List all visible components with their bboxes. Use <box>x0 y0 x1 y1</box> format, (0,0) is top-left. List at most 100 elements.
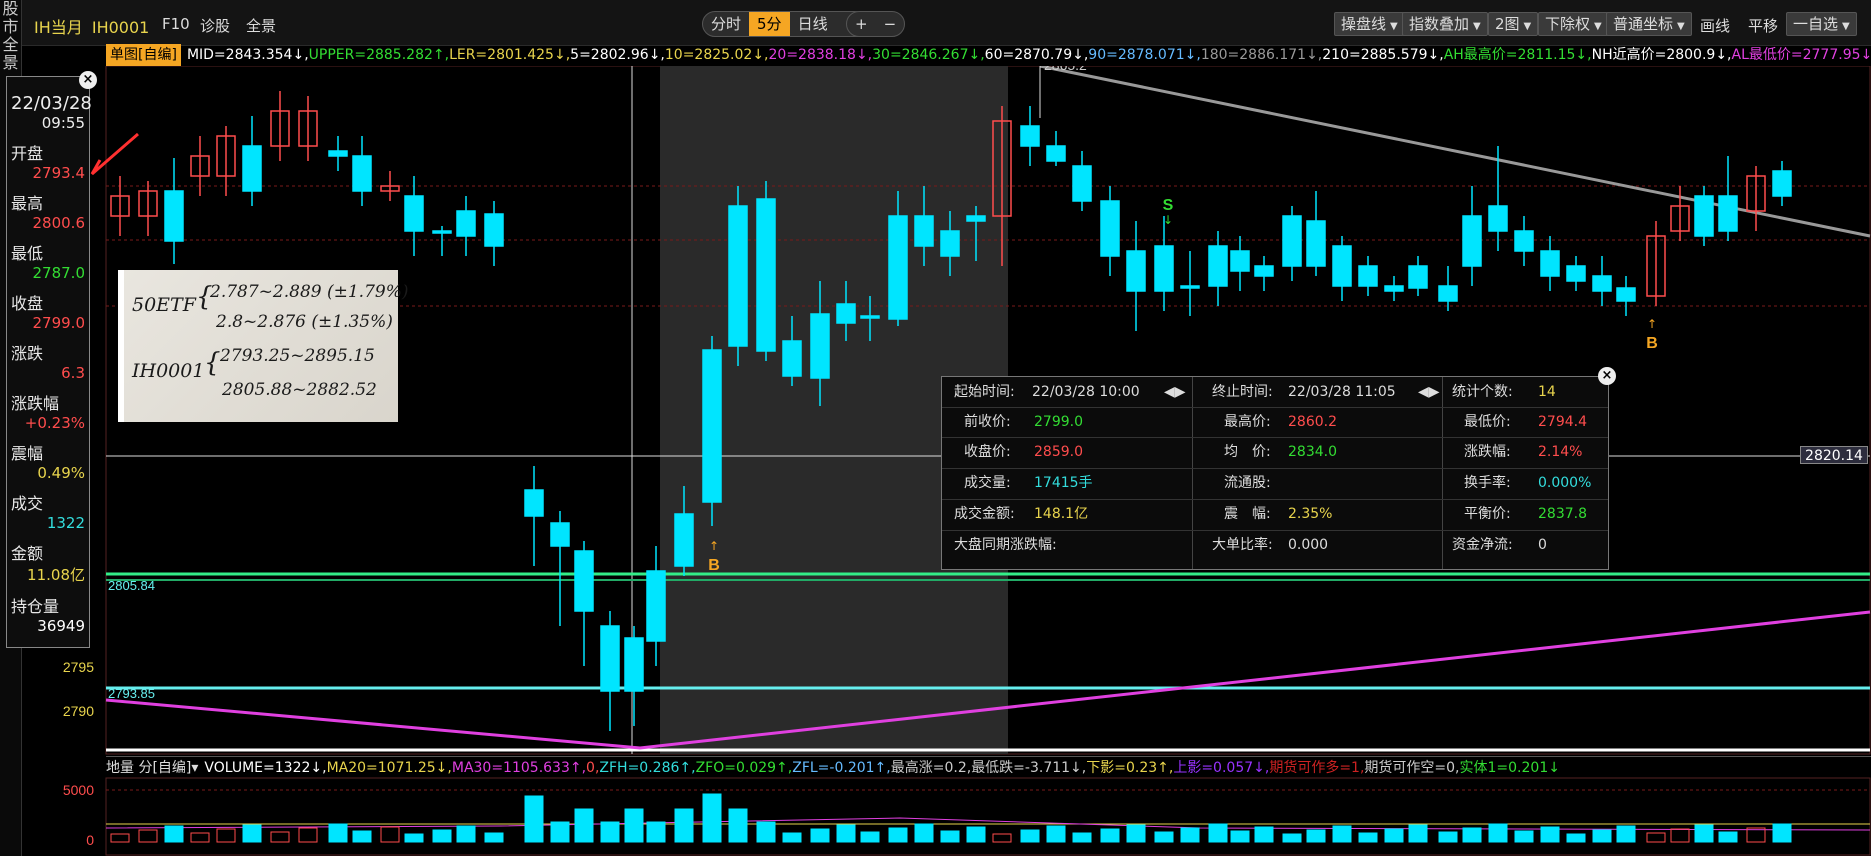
data-window: × 22/03/28 09:55 开盘 2793.4 最高 2800.6 最低 2787.… <box>6 71 97 648</box>
handwritten-note-image: 50ETF { 2.787~2.889 (±1.79%) 2.8~2.876 (… <box>118 270 409 422</box>
candle-body <box>728 205 748 347</box>
volume-bar <box>164 825 184 843</box>
volume-bar <box>352 830 372 843</box>
signal-marker: B <box>1646 335 1658 352</box>
zoom-in-button[interactable]: + <box>847 12 876 36</box>
volume-indicator-value: 期货可作多=1, <box>1269 760 1365 776</box>
indicator-value: 210=2885.579↓, <box>1322 47 1444 63</box>
tab-intraday[interactable]: 分时 <box>703 12 749 36</box>
end-time-stepper[interactable]: ◀▶ <box>1418 377 1440 407</box>
candle-body <box>164 190 184 242</box>
indicator-value: 180=2886.171↓, <box>1200 47 1323 63</box>
rail-char: 股 <box>2 0 19 18</box>
candle-body <box>352 155 372 192</box>
interval-stats-popup: × 起始时间: 22/03/28 10:00 ◀▶ 终止时间: 22/03/28… <box>941 367 1616 570</box>
panorama-link[interactable]: 全景 <box>246 15 276 36</box>
candle-body <box>484 213 504 247</box>
pan-button[interactable]: 平移 <box>1748 15 1778 36</box>
volume-mode-selector[interactable]: 地量 分[自编] <box>106 760 191 776</box>
stat-label: 最高价: <box>1224 414 1271 430</box>
data-window-label: 涨跌 <box>11 344 44 363</box>
indicator-value: 20=2838.18↓, <box>768 47 873 63</box>
amplitude-value: 2.35% <box>1288 506 1333 522</box>
index-overlay-button[interactable]: 指数叠加 ▼ <box>1402 12 1488 36</box>
candle-body <box>574 550 594 612</box>
stat-label: 震 幅: <box>1224 506 1271 522</box>
candle-body <box>940 230 960 257</box>
volume-bar <box>1208 823 1228 843</box>
coord-button[interactable]: 普通坐标 ▼ <box>1606 12 1692 36</box>
candle-body <box>1154 245 1174 292</box>
candle-body <box>1046 145 1066 162</box>
chart-mode-selector[interactable]: 单图[自编] <box>106 44 181 66</box>
draw-line-button[interactable]: 画线 <box>1700 15 1730 36</box>
instrument-title[interactable]: IH当月 IH0001 <box>34 14 149 38</box>
zoom-out-button[interactable]: − <box>876 12 905 36</box>
stat-label: 前收价: <box>964 414 1011 430</box>
candle-body <box>1438 285 1458 302</box>
volume-bar <box>1358 832 1378 843</box>
bar-date: 22/03/28 <box>11 93 92 114</box>
two-charts-button[interactable]: 2图 ▼ <box>1488 12 1539 36</box>
prev-close-value: 2799.0 <box>1034 414 1083 430</box>
volume-indicator-value: 最低跌=-3.711↓, <box>971 760 1087 776</box>
candle-body <box>1566 265 1586 282</box>
volume-bar <box>1462 827 1482 843</box>
candle-body <box>1208 245 1228 287</box>
candle-body <box>1230 250 1250 272</box>
volume-bar <box>728 808 748 843</box>
data-window-value: 2799.0 <box>32 314 86 332</box>
volume-bar <box>1306 829 1326 843</box>
volume-bar <box>860 831 880 843</box>
low-value: 2794.4 <box>1538 414 1587 430</box>
start-time-stepper[interactable]: ◀▶ <box>1164 377 1186 407</box>
data-window-value: 2787.0 <box>32 264 86 282</box>
volume-bar <box>1438 831 1458 843</box>
volume-bar <box>550 821 570 843</box>
volume-bar <box>1126 824 1146 843</box>
tab-5min[interactable]: 5分 <box>749 12 790 36</box>
exright-button[interactable]: 下除权 ▼ <box>1538 12 1609 36</box>
indicator-value: NH近高价=2800.9↓, <box>1591 47 1732 63</box>
volume-bar <box>888 827 908 843</box>
volume-bar <box>574 808 594 843</box>
volume-indicator-value: MA20=1071.25↓, <box>326 760 452 776</box>
volume-bar <box>380 826 400 843</box>
line-annotation: 2793.85 <box>108 686 155 701</box>
volume-bar <box>1718 831 1738 843</box>
volume-bar <box>1488 823 1508 843</box>
volume-bar <box>484 832 504 843</box>
close-icon[interactable]: × <box>79 71 97 89</box>
f10-link[interactable]: F10 <box>162 15 190 33</box>
chevron-down-icon: ▼ <box>1594 21 1602 32</box>
candle-body <box>624 637 644 692</box>
candle-body <box>1282 215 1302 267</box>
candle-body <box>1358 265 1378 287</box>
candle-body <box>1072 165 1092 202</box>
data-window-value: 11.08亿 <box>27 566 85 584</box>
candle-body <box>836 303 856 324</box>
candle-body <box>550 522 570 547</box>
volume-bar <box>966 826 986 843</box>
favorites-button[interactable]: 一自选 ▼ <box>1786 12 1857 36</box>
diagnose-link[interactable]: 诊股 <box>200 15 230 36</box>
signal-arrow: ↓ <box>1163 213 1173 227</box>
data-window-label: 收盘 <box>11 294 44 313</box>
y-tick-label: 2795 <box>63 659 94 675</box>
candle-body <box>1180 285 1200 289</box>
volume-bar <box>1046 825 1066 843</box>
pankou-button[interactable]: 操盘线 ▼ <box>1334 12 1405 36</box>
volume-bar <box>940 830 960 843</box>
data-window-value: 2793.4 <box>32 164 86 182</box>
candle-body <box>600 625 620 692</box>
volume-indicator-value: 上影=0.057↓, <box>1173 760 1270 776</box>
data-window-label: 开盘 <box>11 144 44 163</box>
indicator-value: 90=2878.071↓, <box>1088 47 1201 63</box>
tab-daily[interactable]: 日线 <box>790 12 836 36</box>
volume-bar <box>914 823 934 843</box>
volume-bar <box>216 828 236 843</box>
close-icon[interactable]: × <box>1598 367 1616 385</box>
candle-body <box>432 230 452 234</box>
data-window-value: 6.3 <box>61 364 85 382</box>
data-window-label: 金额 <box>11 544 44 563</box>
